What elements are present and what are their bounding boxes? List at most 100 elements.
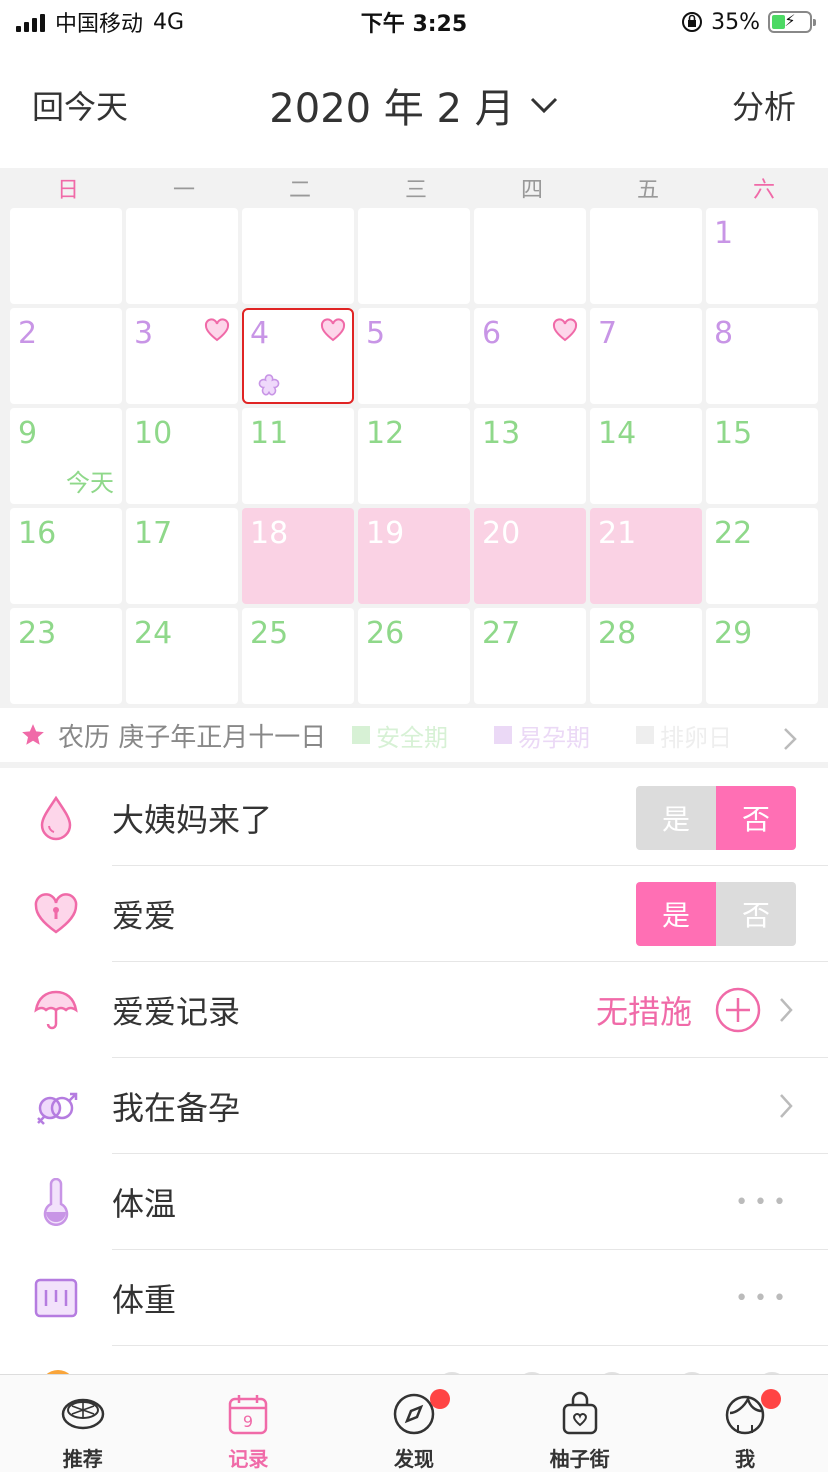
tab-recommend[interactable]: 推荐 [0,1375,166,1472]
notification-badge [429,1389,450,1409]
day-number: 26 [366,616,405,651]
calendar-day[interactable]: 22 [706,508,818,604]
calendar-day[interactable]: 16 [10,508,122,604]
weekday-label: 日 [56,178,79,203]
calendar-day[interactable]: 29 [706,608,818,704]
day-number: 10 [134,416,173,451]
weekday-label: 一 [172,178,195,203]
calendar-day[interactable]: 24 [126,608,238,704]
calendar-day[interactable]: 13 [474,408,586,504]
next-row-peek [0,1346,828,1376]
calendar-day[interactable]: 5 [358,308,470,404]
chevron-right-icon[interactable] [782,726,798,752]
analyze-button[interactable]: 分析 [732,82,796,128]
calendar-icon: 9 [229,1395,268,1435]
love-no-button[interactable]: 否 [716,882,796,946]
pregnancy-prep-row[interactable]: 我在备孕 [0,1058,828,1154]
calendar-day[interactable]: 9 今天 [10,408,122,504]
tab-discover[interactable]: 发现 [331,1375,497,1472]
calendar-day[interactable]: 19 [358,508,470,604]
love-yes-button[interactable]: 是 [636,882,716,946]
tab-record[interactable]: 9 记录 [166,1375,332,1472]
day-number: 28 [598,616,637,651]
chevron-down-icon [530,97,557,114]
love-toggle: 是 否 [636,882,796,946]
weekday-label: 二 [288,178,311,203]
day-number: 29 [714,616,753,651]
period-yes-button[interactable]: 是 [636,786,716,850]
calendar-day[interactable]: 8 [706,308,818,404]
legend-item: 排卵日 [636,718,732,753]
weight-row[interactable]: 体重 ••• [0,1250,828,1346]
status-bar: 中国移动 4G 下午 3:25 35% ⚡ [0,0,828,44]
pregnancy-prep-label: 我在备孕 [112,1089,241,1127]
calendar-day[interactable]: 7 [590,308,702,404]
legend-item: 易孕期 [494,718,590,753]
calendar-day[interactable]: 25 [242,608,354,704]
carrier-name: 中国移动 [55,12,144,37]
calendar-day[interactable]: 28 [590,608,702,704]
gender-rings-icon [37,1092,78,1125]
back-to-today-button[interactable]: 回今天 [32,82,128,128]
calendar-day[interactable]: 4 [242,308,354,404]
calendar-day[interactable]: 18 [242,508,354,604]
tab-bar: 推荐 9 记录 发现 柚子街 我 [0,1374,828,1472]
tab-me[interactable]: 我 [662,1375,828,1472]
more-dots-icon[interactable]: ••• [735,1190,792,1215]
header: 回今天 2020 年 2 月 分析 [0,60,828,150]
calendar-day[interactable]: 3 [126,308,238,404]
legend-swatch [352,726,370,744]
calendar-day[interactable]: 17 [126,508,238,604]
calendar-day[interactable]: 20 [474,508,586,604]
love-record-row[interactable]: 爱爱记录 无措施 [0,962,828,1058]
record-list: 大姨妈来了 是 否 爱爱 是 否 爱爱记录 无措施 我在备孕 体温 ••• 体重… [0,770,828,1346]
weekday-label: 六 [752,178,775,203]
more-dots-icon[interactable]: ••• [735,1286,792,1311]
umbrella-icon [34,990,78,1030]
day-number: 17 [134,516,173,551]
day-number: 11 [250,416,289,451]
calendar-legend: 安全期 易孕期 排卵日 [0,708,732,762]
add-circle-icon[interactable] [714,986,762,1034]
calendar-icon-day: 9 [243,1412,253,1431]
calendar-day[interactable]: 6 [474,308,586,404]
legend-item: 安全期 [352,718,448,753]
calendar-day[interactable]: 12 [358,408,470,504]
calendar-empty-day [590,208,702,304]
love-label: 爱爱 [112,897,177,935]
calendar-day[interactable]: 1 [706,208,818,304]
chevron-right-icon [780,1094,793,1118]
temperature-row[interactable]: 体温 ••• [0,1154,828,1250]
calendar-day[interactable]: 21 [590,508,702,604]
day-number: 4 [250,316,270,351]
weekday-header: 日一二三四五六 [0,168,828,208]
calendar-day[interactable]: 14 [590,408,702,504]
day-number: 20 [482,516,521,551]
calendar-day[interactable]: 15 [706,408,818,504]
tab-label: 记录 [228,1447,269,1471]
period-no-button[interactable]: 否 [716,786,796,850]
calendar-day[interactable]: 26 [358,608,470,704]
legend-swatch [494,726,512,744]
heart-icon [204,318,230,342]
month-title: 2020 年 2 月 [269,86,515,132]
calendar-day[interactable]: 27 [474,608,586,704]
weekday-label: 五 [636,178,659,203]
calendar-day[interactable]: 11 [242,408,354,504]
day-number: 14 [598,416,637,451]
tab-label: 发现 [393,1447,434,1471]
tab-shop[interactable]: 柚子街 [497,1375,663,1472]
calendar-empty-day [358,208,470,304]
day-number: 18 [250,516,289,551]
period-toggle: 是 否 [636,786,796,850]
drop-icon [40,795,72,841]
clock: 下午 3:25 [360,12,468,37]
temperature-label: 体温 [112,1185,177,1223]
calendar-day[interactable]: 2 [10,308,122,404]
calendar-day[interactable]: 10 [126,408,238,504]
lunar-row[interactable]: 安全期 易孕期 排卵日 农历 庚子年正月十一日 [0,708,828,768]
network-type: 4G [153,9,185,35]
calendar-day[interactable]: 23 [10,608,122,704]
love-record-label: 爱爱记录 [112,993,241,1031]
chevron-right-icon [780,998,793,1022]
